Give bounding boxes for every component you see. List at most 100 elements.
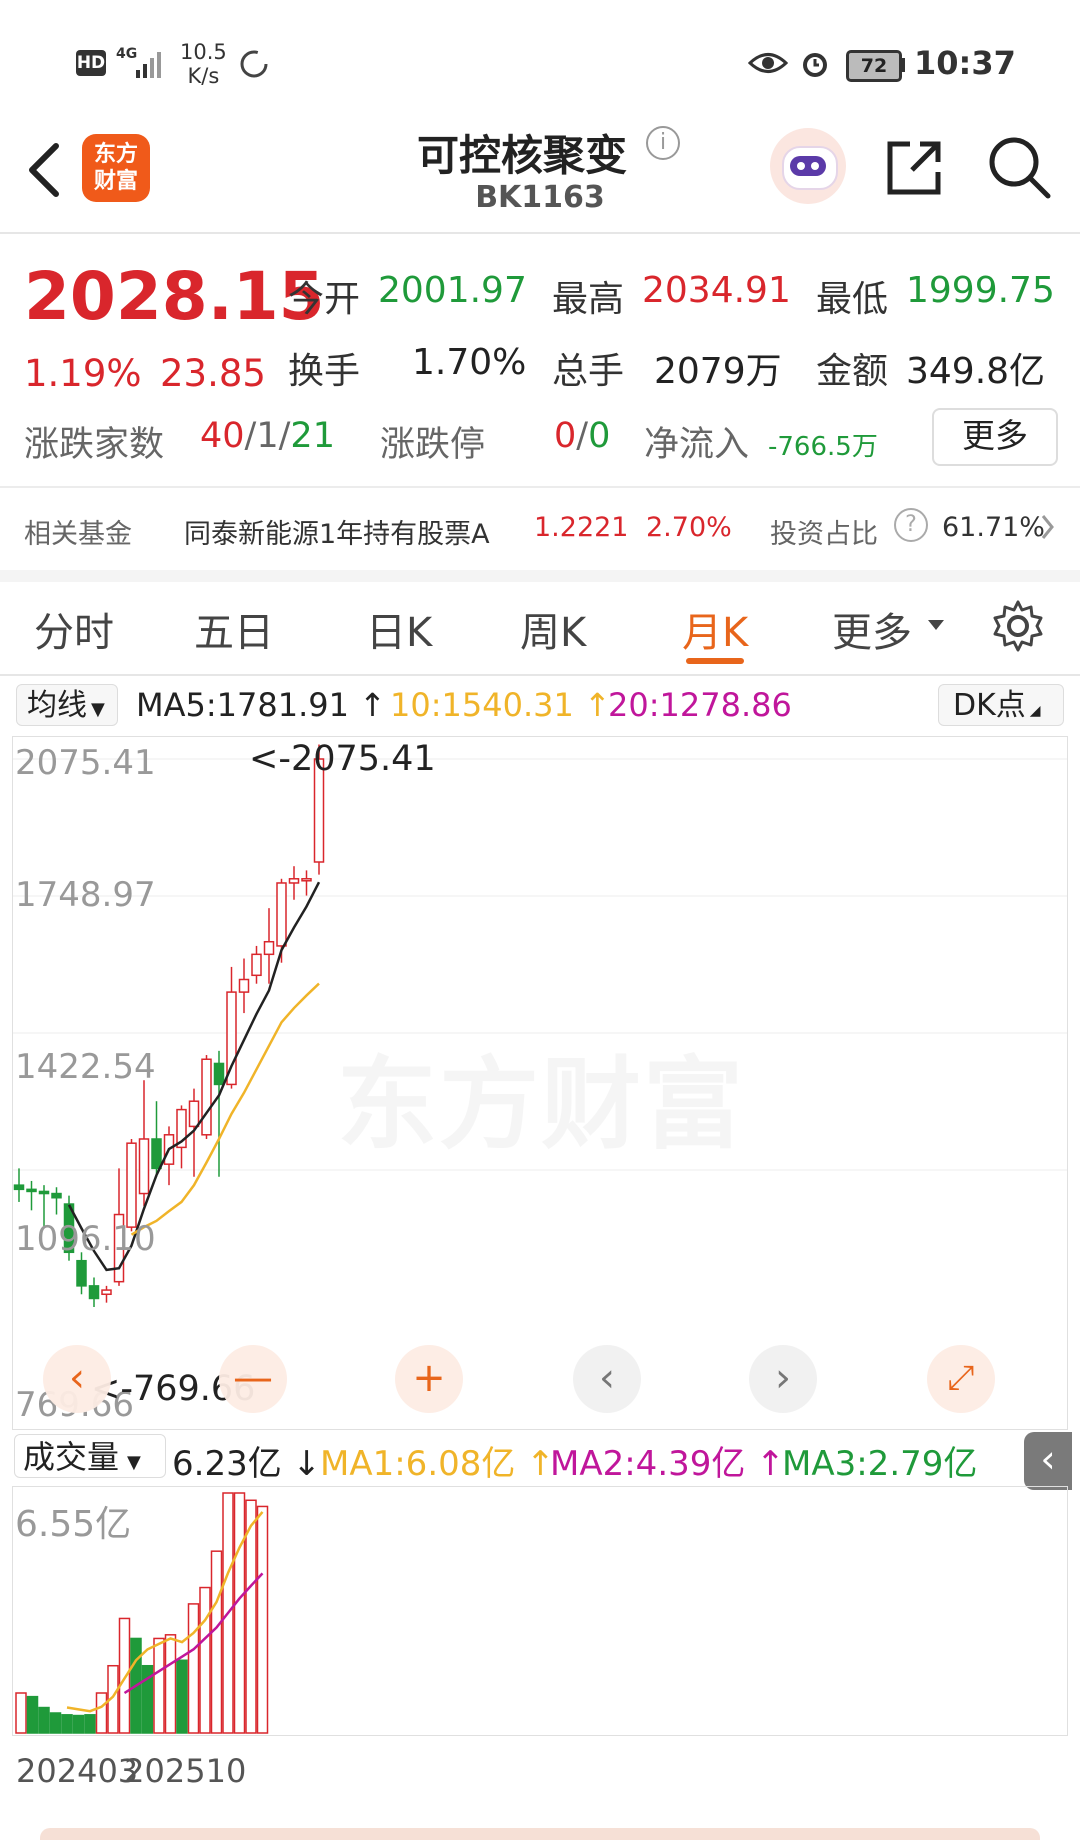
battery-tip [901, 58, 905, 72]
volume-bar [38, 1706, 50, 1734]
amount-label: 金额 [816, 351, 889, 392]
volume-bar [176, 1659, 188, 1734]
volume-selector[interactable]: 成交量 ▼ [14, 1434, 166, 1478]
help-icon[interactable]: ? [894, 508, 928, 542]
zoom-in-button[interactable]: + [395, 1345, 463, 1413]
y-tick-1: 1748.97 [15, 875, 156, 915]
tab-daily-k[interactable]: 日K [366, 600, 432, 658]
candle-body [301, 878, 312, 882]
info-icon[interactable]: i [646, 126, 680, 160]
alarm-icon [803, 53, 827, 77]
page-title: 可控核聚变 [416, 131, 627, 180]
amount-value: 349.8亿 [906, 351, 1046, 392]
volume-current: 6.23亿 ↓ [172, 1444, 321, 1484]
chevron-left-icon[interactable]: ‹ [43, 1345, 111, 1413]
side-panel-toggle[interactable]: ‹ [1024, 1432, 1072, 1490]
ma10-line [130, 982, 320, 1236]
volume-bar [199, 1586, 211, 1734]
gear-icon[interactable] [990, 598, 1046, 654]
tab-more[interactable]: 更多 [832, 600, 912, 658]
share-icon[interactable] [884, 136, 946, 198]
volume-bar [26, 1695, 39, 1734]
y-tick-3: 1096.10 [15, 1219, 156, 1259]
candle-body [26, 1188, 37, 1193]
volume-bar [187, 1603, 200, 1734]
more-button[interactable]: 更多 [932, 408, 1058, 466]
candle-body [276, 882, 287, 947]
ratio-value: 61.71% [942, 512, 1045, 543]
low-value: 1999.75 [906, 270, 1055, 311]
candle-body [213, 1062, 225, 1086]
volume-bar [61, 1714, 73, 1734]
fullscreen-button[interactable]: ⤢ [927, 1345, 995, 1413]
signal-icon: 4G [116, 46, 170, 80]
high-value: 2034.91 [642, 270, 791, 311]
candle-body [188, 1100, 200, 1128]
header: 东方 财富 可控核聚变 i BK1163 [0, 120, 1080, 234]
breadth-down: 21 [290, 416, 335, 456]
candle-body [76, 1259, 87, 1287]
dk-point-button[interactable]: DK点 ◢ [938, 684, 1064, 726]
breadth-label: 涨跌家数 [24, 425, 165, 465]
change-amount: 23.85 [160, 352, 266, 395]
y-tick-2: 1422.54 [15, 1047, 156, 1087]
kline-chart[interactable]: 东方财富 2075.41 1748.97 1422.54 1096.10 769… [12, 736, 1068, 1430]
limit-up: 0 [554, 416, 577, 456]
volume-bar [49, 1712, 62, 1734]
breadth-flat: 1 [256, 416, 279, 456]
indicator-selector[interactable]: 均线 ▼ [16, 684, 118, 726]
limit-down: 0 [588, 416, 611, 456]
breadth-values: 40/1/21 [200, 416, 335, 456]
scroll-left-button[interactable]: ‹ [573, 1345, 641, 1413]
battery-icon: 72 [846, 50, 902, 82]
current-price: 2028.15 [24, 258, 325, 335]
volume-ma1: MA1:6.08亿 ↑ [320, 1444, 555, 1484]
search-icon[interactable] [986, 134, 1052, 200]
tab-weekly-k[interactable]: 周K [520, 600, 586, 658]
inflow-label: 净流入 [644, 425, 750, 465]
eye-icon [748, 53, 788, 73]
zoom-out-button[interactable]: — [219, 1345, 287, 1413]
volume-value: 2079万 [654, 351, 782, 392]
fund-name[interactable]: 同泰新能源1年持有股票A [184, 512, 490, 551]
caret-down-icon [928, 620, 944, 630]
volume-bar [72, 1714, 85, 1734]
date-axis: 202403202510 [16, 1752, 246, 1790]
volume-bar [153, 1637, 165, 1734]
candle-body [126, 1142, 137, 1228]
robot-assistant-icon[interactable] [770, 128, 846, 204]
volume-bar [15, 1692, 27, 1734]
tab-five-day[interactable]: 五日 [194, 600, 274, 658]
chart-watermark: 东方财富 [337, 1023, 745, 1168]
max-price-label: <-2075.41 [249, 739, 436, 779]
volume-chart[interactable]: 6.55亿 [12, 1486, 1068, 1736]
date-start: 202403 [16, 1752, 139, 1790]
scroll-right-button[interactable]: › [749, 1345, 817, 1413]
tab-monthly-k[interactable]: 月K [682, 600, 748, 658]
candle-body [38, 1190, 50, 1195]
candle-body [251, 953, 262, 977]
ma5-value: MA5:1781.91 ↑ [136, 686, 386, 724]
candle-body [13, 1184, 25, 1191]
related-fund-row[interactable]: 相关基金 同泰新能源1年持有股票A 1.2221 2.70% 投资占比 ? 61… [0, 486, 1080, 568]
ratio-label: 投资占比 [770, 519, 878, 550]
open-value: 2001.97 [378, 270, 527, 311]
tab-intraday[interactable]: 分时 [34, 600, 114, 658]
candle-body [288, 878, 300, 884]
candle-body [238, 978, 250, 993]
hd-icon: HD [76, 50, 106, 76]
candle-body [201, 1058, 212, 1136]
network-speed: 10.5 K/s [180, 40, 227, 88]
change-percent: 1.19% [24, 352, 142, 395]
candle-body [263, 940, 275, 956]
section-separator [0, 570, 1080, 582]
volume-svg [15, 1492, 269, 1734]
open-label: 今开 [288, 279, 361, 320]
chevron-right-icon [1041, 515, 1054, 539]
low-label: 最低 [816, 279, 889, 320]
ma10-value: 10:1540.31 ↑ [390, 686, 611, 724]
volume-bar [164, 1634, 177, 1734]
limit-values: 0/0 [554, 416, 611, 456]
high-label: 最高 [552, 279, 625, 320]
volume-bar [256, 1505, 269, 1734]
